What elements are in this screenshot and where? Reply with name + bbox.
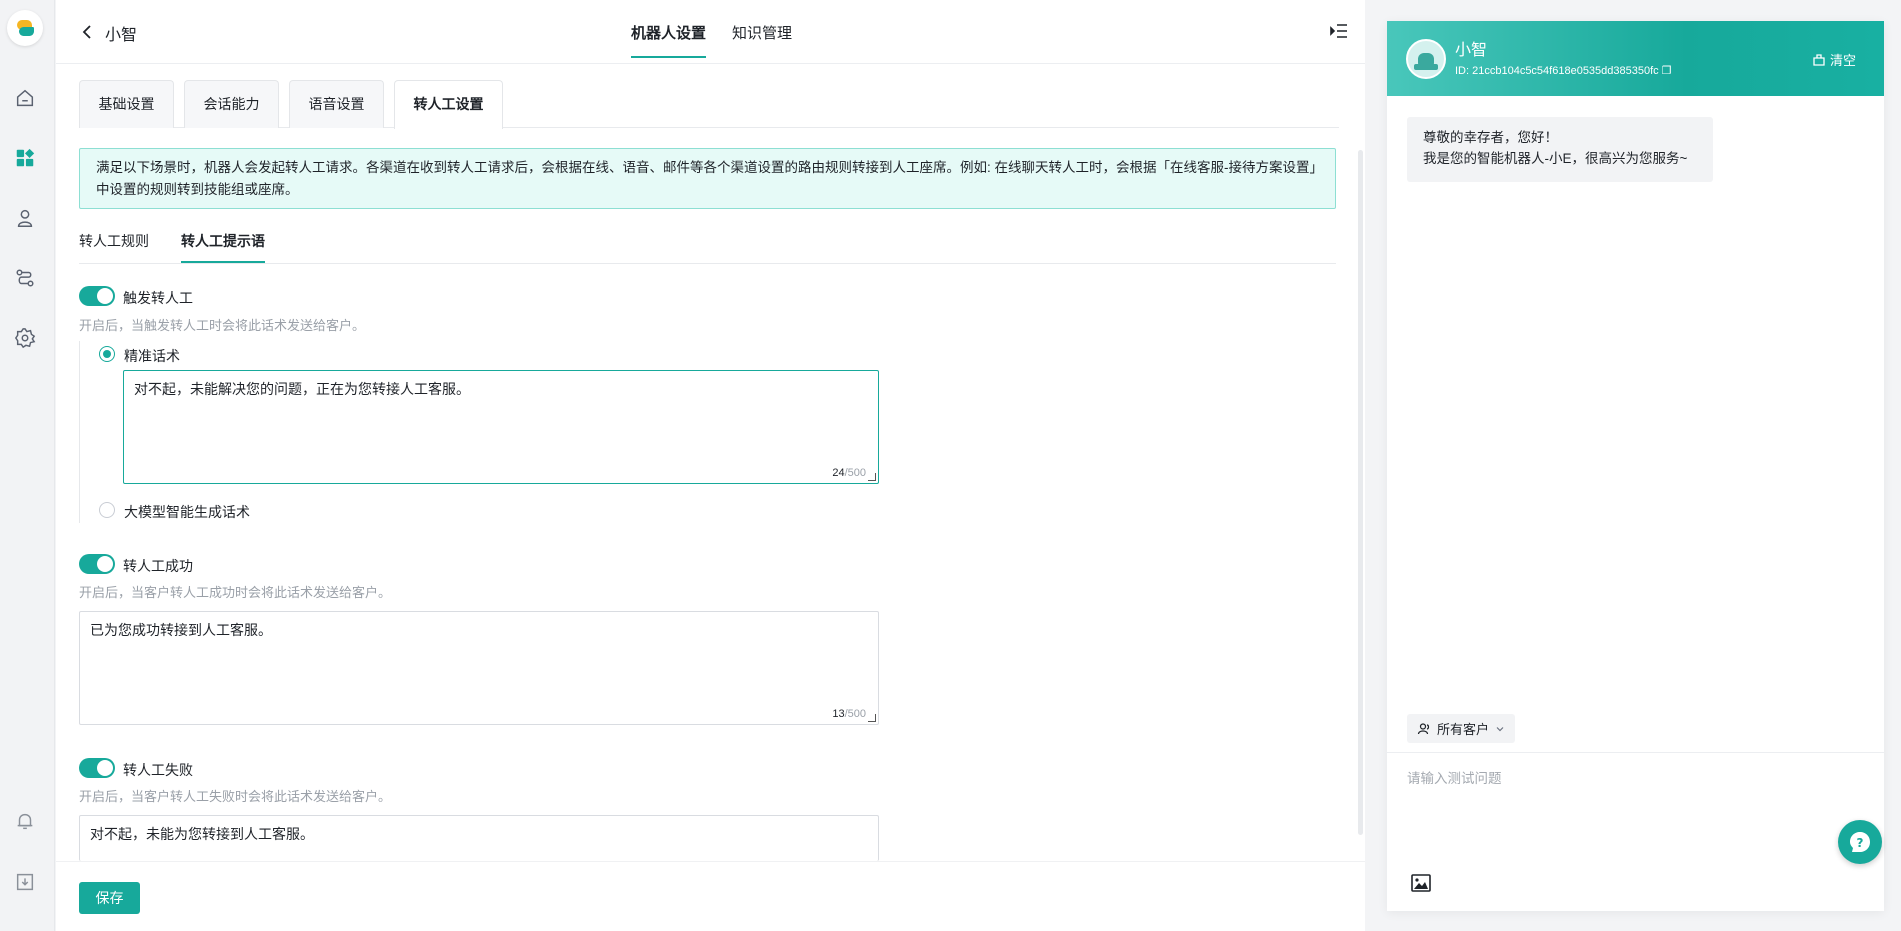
fail-textarea[interactable]: 对不起，未能为您转接到人工客服。 bbox=[79, 815, 879, 861]
tab-transfer-prompts[interactable]: 转人工提示语 bbox=[181, 231, 265, 263]
tab-conversation[interactable]: 会话能力 bbox=[184, 80, 279, 128]
collapse-menu-icon[interactable] bbox=[1329, 22, 1349, 40]
audience-select[interactable]: 所有客户 bbox=[1407, 714, 1516, 743]
trigger-hint: 开启后，当触发转人工时会将此话术发送给客户。 bbox=[79, 318, 366, 333]
settings-subtabs: 基础设置 会话能力 语音设置 转人工设置 bbox=[79, 80, 1339, 129]
apps-icon[interactable] bbox=[13, 146, 37, 170]
clear-icon bbox=[1813, 53, 1825, 66]
success-text: 已为您成功转接到人工客服。 bbox=[90, 622, 272, 638]
tab-transfer-rules[interactable]: 转人工规则 bbox=[79, 231, 149, 251]
download-icon[interactable] bbox=[13, 870, 37, 894]
info-notice: 满足以下场景时，机器人会发起转人工请求。各渠道在收到转人工请求后，会根据在线、语… bbox=[79, 148, 1336, 209]
bot-avatar bbox=[1406, 39, 1446, 79]
home-icon[interactable] bbox=[13, 86, 37, 110]
copy-icon[interactable]: ❐ bbox=[1662, 65, 1672, 77]
users-icon bbox=[1417, 722, 1430, 734]
precise-script-radio[interactable] bbox=[99, 346, 115, 362]
chat-header: 小智 ID: 21ccb104c5c54f618e0535dd385350fc … bbox=[1387, 21, 1884, 96]
help-icon: ? bbox=[1850, 832, 1870, 852]
bell-icon[interactable] bbox=[13, 809, 37, 833]
clear-button[interactable]: 清空 bbox=[1812, 50, 1856, 69]
success-textarea[interactable]: 已为您成功转接到人工客服。 13/500 bbox=[79, 611, 879, 725]
transfer-inner-tabs: 转人工规则 转人工提示语 bbox=[79, 225, 1336, 264]
save-button[interactable]: 保存 bbox=[79, 882, 140, 914]
trigger-title: 触发转人工 bbox=[123, 290, 193, 306]
success-title: 转人工成功 bbox=[123, 558, 193, 574]
chat-bot-id: ID: 21ccb104c5c54f618e0535dd385350fc ❐ bbox=[1455, 65, 1672, 77]
left-rail bbox=[0, 0, 55, 931]
footer-bar: 保存 bbox=[56, 861, 1365, 931]
tab-transfer-settings[interactable]: 转人工设置 bbox=[394, 80, 503, 129]
tab-voice-settings[interactable]: 语音设置 bbox=[289, 80, 384, 128]
page-title: 小智 bbox=[105, 27, 138, 44]
scrollbar[interactable] bbox=[1358, 150, 1363, 835]
svg-text:?: ? bbox=[1857, 836, 1864, 850]
fail-toggle[interactable] bbox=[79, 758, 115, 778]
resize-handle[interactable] bbox=[868, 714, 876, 722]
image-upload-icon[interactable] bbox=[1411, 874, 1431, 892]
llm-script-label: 大模型智能生成话术 bbox=[124, 504, 250, 520]
chat-bot-name: 小智 bbox=[1455, 42, 1488, 59]
audience-label: 所有客户 bbox=[1437, 722, 1490, 737]
back-arrow-icon[interactable] bbox=[78, 22, 98, 42]
chat-divider bbox=[1387, 752, 1884, 753]
main-panel: 小智 机器人设置 知识管理 基础设置 会话能力 语音设置 转人工设置 满足以下场… bbox=[56, 0, 1365, 931]
chat-input[interactable]: 请输入测试问题 bbox=[1407, 767, 1502, 787]
tab-robot-settings[interactable]: 机器人设置 bbox=[631, 22, 707, 58]
help-button[interactable]: ? bbox=[1838, 820, 1882, 864]
fail-text: 对不起，未能为您转接到人工客服。 bbox=[90, 826, 314, 842]
success-hint: 开启后，当客户转人工成功时会将此话术发送给客户。 bbox=[79, 585, 392, 600]
char-counter: 13/500 bbox=[832, 708, 866, 720]
app-logo[interactable] bbox=[7, 10, 43, 46]
tab-basic-settings[interactable]: 基础设置 bbox=[79, 80, 174, 128]
gear-icon[interactable] bbox=[13, 326, 37, 350]
top-bar: 小智 机器人设置 知识管理 bbox=[56, 0, 1365, 64]
tab-knowledge[interactable]: 知识管理 bbox=[732, 22, 792, 43]
precise-script-label: 精准话术 bbox=[124, 348, 180, 364]
chat-test-panel: 小智 ID: 21ccb104c5c54f618e0535dd385350fc … bbox=[1387, 21, 1884, 911]
success-toggle[interactable] bbox=[79, 554, 115, 574]
fail-hint: 开启后，当客户转人工失败时会将此话术发送给客户。 bbox=[79, 789, 392, 804]
llm-script-radio[interactable] bbox=[99, 502, 115, 518]
bot-message: 尊敬的幸存者，您好！ 我是您的智能机器人-小E，很高兴为您服务~ bbox=[1407, 117, 1713, 182]
greeting-line-2: 我是您的智能机器人-小E，很高兴为您服务~ bbox=[1423, 151, 1688, 166]
user-icon[interactable] bbox=[13, 206, 37, 230]
flow-icon[interactable] bbox=[13, 266, 37, 290]
resize-handle[interactable] bbox=[868, 473, 876, 481]
trigger-toggle[interactable] bbox=[79, 286, 115, 306]
greeting-line-1: 尊敬的幸存者，您好！ bbox=[1423, 130, 1558, 145]
chevron-down-icon bbox=[1496, 726, 1504, 731]
section-divider bbox=[79, 341, 80, 523]
trigger-text: 对不起，未能解决您的问题，正在为您转接人工客服。 bbox=[134, 381, 470, 397]
fail-title: 转人工失败 bbox=[123, 762, 193, 778]
trigger-textarea[interactable]: 对不起，未能解决您的问题，正在为您转接人工客服。 24/500 bbox=[123, 370, 879, 484]
char-counter: 24/500 bbox=[832, 467, 866, 479]
